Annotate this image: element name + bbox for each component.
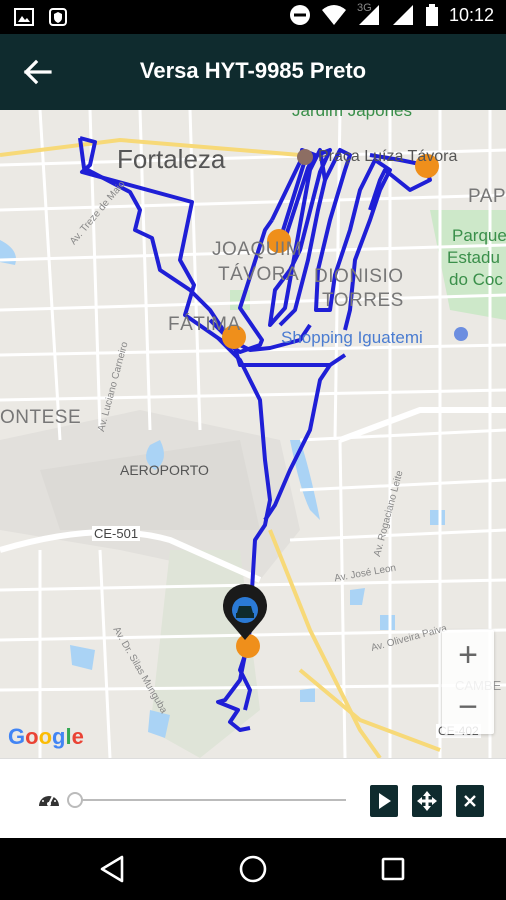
praca-poi-icon — [297, 149, 313, 165]
play-icon — [379, 793, 391, 809]
shopping-poi-icon — [454, 327, 468, 341]
move-icon — [417, 791, 437, 811]
map-view[interactable]: Fortaleza Jardim Japonês Praça Luíza Táv… — [0, 110, 506, 758]
system-nav-bar — [0, 838, 506, 900]
dnd-icon — [289, 5, 310, 25]
label-tavora: TÁVORA — [218, 264, 300, 285]
stop-marker — [236, 634, 260, 658]
label-jardim: Jardim Japonês — [292, 110, 413, 120]
nav-back-button[interactable] — [96, 852, 130, 886]
map-base — [0, 110, 506, 758]
signal-icon-1 — [358, 5, 379, 25]
gallery-notification-icon — [14, 8, 34, 26]
label-fatima: FÁTIMA — [168, 314, 241, 335]
label-ce501: CE-501 — [92, 526, 141, 541]
label-coco: do Coc — [449, 270, 503, 289]
battery-icon — [425, 4, 438, 26]
nav-recents-icon — [381, 857, 405, 881]
wifi-icon — [321, 5, 346, 25]
nav-home-button[interactable] — [236, 852, 270, 886]
zoom-out-button[interactable]: − — [442, 682, 494, 734]
label-fortaleza: Fortaleza — [117, 144, 226, 174]
label-joaquim: JOAQUIM — [212, 239, 303, 260]
play-button[interactable] — [370, 785, 398, 817]
playback-controls — [0, 758, 506, 838]
progress-slider-thumb[interactable] — [67, 792, 83, 808]
zoom-in-button[interactable]: + — [442, 630, 494, 682]
label-aeroporto: AEROPORTO — [120, 462, 209, 478]
status-bar: 3G 10:12 — [0, 0, 506, 34]
app-bar: Versa HYT-9985 Preto — [0, 34, 506, 110]
zoom-controls: + − — [442, 630, 494, 734]
shield-notification-icon — [49, 8, 67, 26]
label-parque: Parque — [452, 226, 506, 245]
close-icon — [464, 795, 476, 807]
nav-home-icon — [239, 855, 267, 883]
nav-recents-button[interactable] — [376, 852, 410, 886]
nav-back-icon — [100, 855, 124, 883]
progress-slider-track[interactable] — [76, 799, 346, 801]
page-title: Versa HYT-9985 Preto — [139, 58, 367, 83]
label-estadual: Estadu — [447, 248, 500, 267]
label-praca: Praça Luíza Távora — [318, 148, 458, 165]
google-logo: Google — [8, 724, 84, 749]
signal-icon-2 — [392, 5, 413, 25]
label-montese: ONTESE — [0, 407, 82, 428]
label-torres: TORRES — [322, 290, 404, 311]
label-pap: PAP — [468, 186, 506, 207]
label-shopping: Shopping Iguatemi — [281, 328, 423, 347]
label-dionisio: DIONISIO — [314, 266, 404, 287]
speedometer-icon[interactable] — [37, 789, 61, 809]
clock: 10:12 — [448, 4, 494, 25]
close-playback-button[interactable] — [456, 785, 484, 817]
center-map-button[interactable] — [412, 785, 442, 817]
